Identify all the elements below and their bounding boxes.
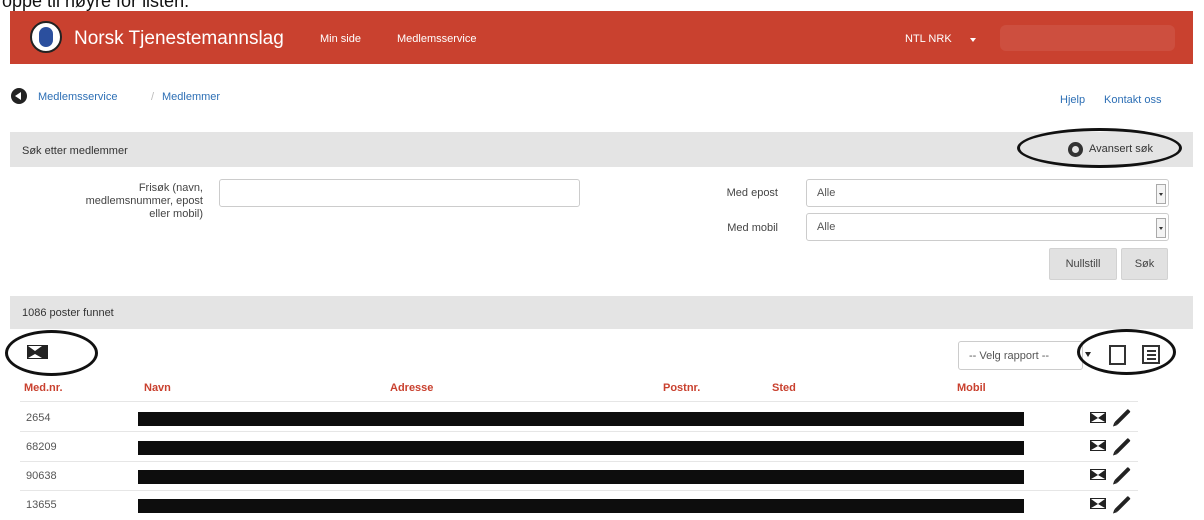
top-navbar: Norsk Tjenestemannslag Min side Medlemss…: [10, 11, 1193, 64]
col-header-city[interactable]: Sted: [772, 382, 796, 394]
edit-pencil-icon[interactable]: [1114, 466, 1131, 484]
brand-name[interactable]: Norsk Tjenestemannslag: [74, 28, 284, 50]
highlight-circle: [5, 330, 98, 376]
search-button[interactable]: Søk: [1121, 248, 1168, 280]
member-number: 13655: [26, 499, 57, 511]
col-header-mobile[interactable]: Mobil: [957, 382, 986, 394]
highlight-circle: [1077, 329, 1176, 375]
ntl-logo[interactable]: [30, 21, 62, 53]
email-filter-label: Med epost: [726, 187, 778, 199]
nav-link-medlemsservice[interactable]: Medlemsservice: [397, 33, 476, 45]
help-link[interactable]: Hjelp: [1060, 94, 1085, 106]
row-divider: [20, 490, 1138, 491]
edit-pencil-icon[interactable]: [1114, 437, 1131, 455]
email-filter-value: Alle: [817, 187, 836, 199]
col-header-member-number[interactable]: Med.nr.: [24, 382, 63, 394]
mail-icon[interactable]: [1090, 412, 1106, 423]
user-menu[interactable]: NTL NRK: [905, 33, 952, 45]
chevron-down-icon[interactable]: [970, 38, 976, 42]
freetext-label-line: medlemsnummer, epost: [85, 195, 203, 207]
edit-pencil-icon[interactable]: [1114, 408, 1131, 426]
highlight-circle: [1017, 128, 1182, 168]
col-header-name[interactable]: Navn: [144, 382, 171, 394]
contact-link[interactable]: Kontakt oss: [1104, 94, 1161, 106]
nav-link-min-side[interactable]: Min side: [320, 33, 361, 45]
breadcrumb-medlemmer[interactable]: Medlemmer: [162, 91, 220, 103]
dropdown-arrow-icon[interactable]: [1156, 218, 1166, 238]
edit-pencil-icon[interactable]: [1114, 495, 1131, 513]
freetext-label-line: Frisøk (navn,: [138, 182, 203, 194]
results-count: 1086 poster funnet: [22, 307, 114, 319]
reset-button[interactable]: Nullstill: [1049, 248, 1117, 280]
redacted-row-data: [138, 441, 1024, 455]
row-divider: [20, 461, 1138, 462]
freetext-label-line: eller mobil): [149, 208, 203, 220]
results-header: 1086 poster funnet: [10, 296, 1193, 329]
search-panel-header: Søk etter medlemmer: [10, 132, 1193, 167]
dropdown-arrow-icon[interactable]: [1156, 184, 1166, 204]
mail-icon[interactable]: [1090, 498, 1106, 509]
row-divider: [20, 431, 1138, 432]
member-number: 2654: [26, 412, 51, 424]
redacted-row-data: [138, 499, 1024, 513]
mobile-filter-value: Alle: [817, 221, 836, 233]
row-divider: [20, 401, 1138, 402]
mail-icon[interactable]: [1090, 440, 1106, 451]
back-icon[interactable]: [11, 88, 27, 104]
blurred-region: [1000, 25, 1175, 51]
mobile-filter-select[interactable]: Alle: [806, 213, 1169, 241]
freetext-search-input[interactable]: [219, 179, 580, 207]
member-number: 68209: [26, 441, 57, 453]
breadcrumb-medlemsservice[interactable]: Medlemsservice: [38, 91, 117, 103]
mobile-filter-label: Med mobil: [727, 222, 778, 234]
breadcrumb-separator: /: [151, 91, 155, 103]
email-filter-select[interactable]: Alle: [806, 179, 1169, 207]
report-select-value: -- Velg rapport --: [969, 350, 1050, 362]
member-number: 90638: [26, 470, 57, 482]
mail-icon[interactable]: [1090, 469, 1106, 480]
freetext-label: Frisøk (navn, medlemsnummer, epost eller…: [40, 182, 203, 221]
redacted-row-data: [138, 470, 1024, 484]
redacted-row-data: [138, 412, 1024, 426]
report-select[interactable]: -- Velg rapport --: [958, 341, 1083, 370]
search-panel-title: Søk etter medlemmer: [22, 145, 128, 157]
col-header-address[interactable]: Adresse: [390, 382, 433, 394]
col-header-postcode[interactable]: Postnr.: [663, 382, 700, 394]
